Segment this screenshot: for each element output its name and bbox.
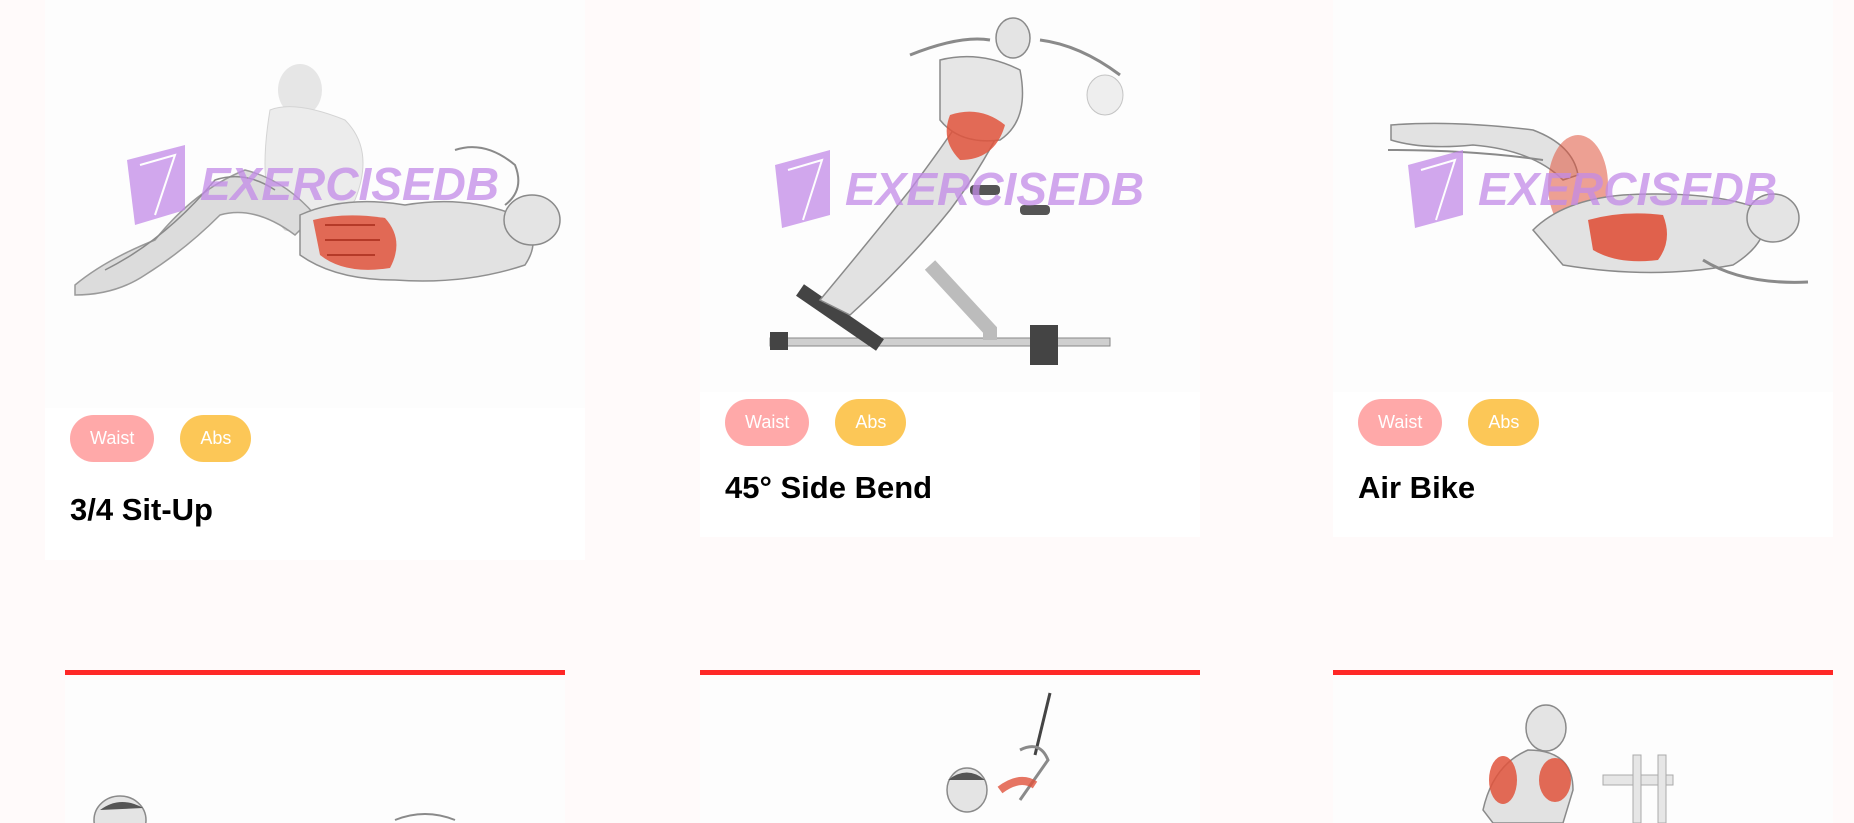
exercise-image-air-bike: EXERCISEDB bbox=[1333, 0, 1833, 392]
exercise-card-3[interactable]: EXERCISEDB Waist Abs Air Bike bbox=[1333, 0, 1833, 537]
tag-group: Waist Abs bbox=[70, 415, 252, 462]
tag-group: Waist Abs bbox=[1358, 399, 1540, 446]
tag-waist[interactable]: Waist bbox=[1358, 399, 1443, 446]
side-bend-illustration-icon: EXERCISEDB bbox=[769, 17, 1144, 365]
exercise-illustration-icon bbox=[93, 795, 456, 823]
dip-station-illustration-icon bbox=[1482, 704, 1674, 823]
card-top-border bbox=[65, 670, 565, 675]
tag-group: Waist Abs bbox=[725, 399, 907, 446]
air-bike-illustration-icon: EXERCISEDB bbox=[1387, 122, 1809, 284]
watermark-text: EXERCISEDB bbox=[1478, 163, 1777, 215]
exercise-name: Air Bike bbox=[1358, 470, 1476, 505]
exercise-name: 3/4 Sit-Up bbox=[70, 492, 213, 527]
tag-abs[interactable]: Abs bbox=[1468, 399, 1540, 446]
exercise-card-5[interactable] bbox=[700, 680, 1200, 823]
card-body: Waist Abs 3/4 Sit-Up bbox=[45, 408, 585, 560]
tag-abs[interactable]: Abs bbox=[835, 399, 907, 446]
card-body: Waist Abs Air Bike bbox=[1333, 392, 1833, 537]
watermark-text: EXERCISEDB bbox=[845, 163, 1144, 215]
card-top-border bbox=[700, 670, 1200, 675]
sit-up-illustration-icon: EXERCISEDB bbox=[74, 64, 561, 296]
exercise-card-2[interactable]: EXERCISEDB Waist Abs 45° Side Bend bbox=[700, 0, 1200, 537]
exercise-card-6[interactable] bbox=[1333, 680, 1833, 823]
card-body: Waist Abs 45° Side Bend bbox=[700, 392, 1200, 537]
tag-waist[interactable]: Waist bbox=[70, 415, 155, 462]
watermark-text: EXERCISEDB bbox=[200, 158, 499, 210]
exercise-name: 45° Side Bend bbox=[725, 470, 933, 505]
exercise-card-4[interactable] bbox=[65, 680, 565, 823]
card-top-border bbox=[1333, 670, 1833, 675]
exercise-image-sit-up: EXERCISEDB bbox=[45, 0, 585, 408]
cable-exercise-illustration-icon bbox=[946, 692, 1052, 813]
exercise-card-1[interactable]: EXERCISEDB Waist Abs 3/4 Sit-Up bbox=[45, 0, 585, 560]
tag-abs[interactable]: Abs bbox=[180, 415, 252, 462]
exercise-image-side-bend: EXERCISEDB bbox=[700, 0, 1200, 392]
tag-waist[interactable]: Waist bbox=[725, 399, 810, 446]
